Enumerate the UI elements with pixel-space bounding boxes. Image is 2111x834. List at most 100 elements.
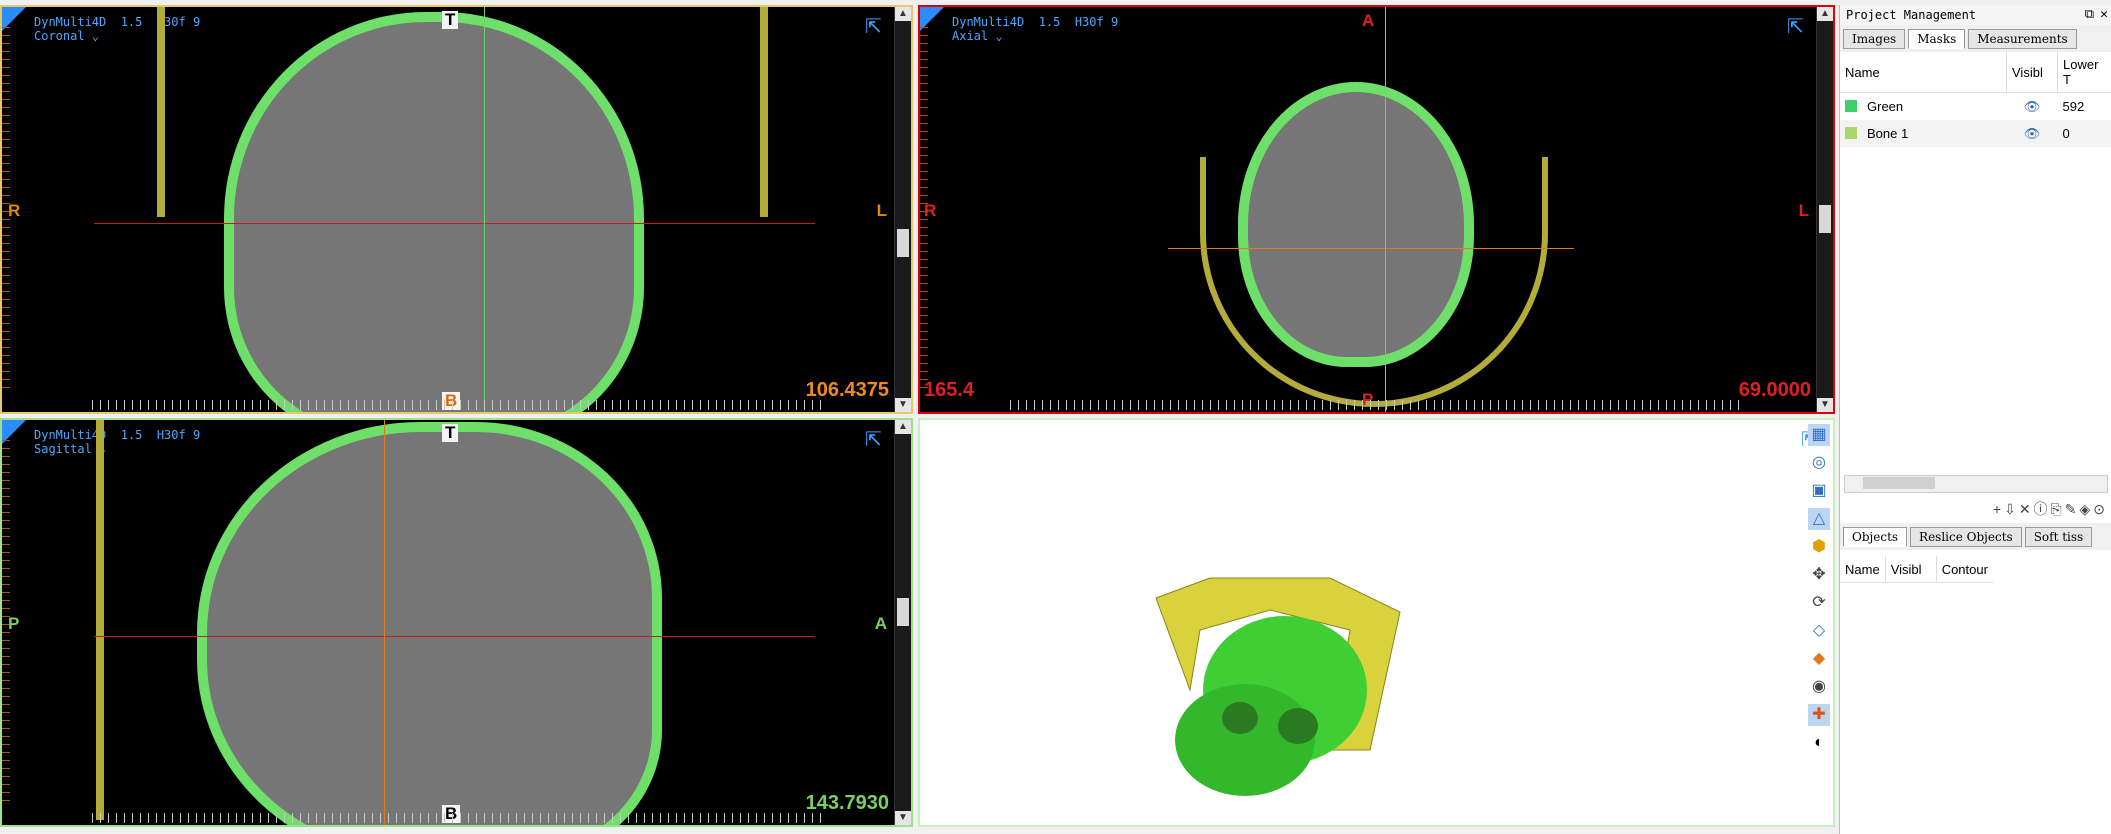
mask-color-swatch[interactable] xyxy=(1845,127,1857,139)
axial-viewport[interactable]: DynMulti4D 1.5 H30f 9 Axial ⌄ A P R L 16… xyxy=(918,5,1835,414)
tab-soft-tissue[interactable]: Soft tiss xyxy=(2024,527,2093,547)
scroll-thumb[interactable] xyxy=(897,229,909,257)
tab-reslice-objects[interactable]: Reslice Objects xyxy=(1910,527,2022,547)
crosshair-vertical[interactable] xyxy=(484,7,485,412)
scroll-thumb[interactable] xyxy=(1819,205,1831,233)
info-icon[interactable]: ⓘ xyxy=(2034,501,2051,517)
orientation-top: A xyxy=(1362,11,1375,30)
scroll-down-arrow[interactable]: ▼ xyxy=(1817,398,1833,412)
sagittal-viewport[interactable]: DynMulti4D 1.5 H30f 9 Sagittal ⌄ T B P A… xyxy=(0,418,913,827)
scroll-thumb[interactable] xyxy=(1863,477,1935,489)
3d-tool-column: ▦ ◎ ▣ △ ⬢ ✥ ⟳ ◇ ◆ ◉ ✚ ◐ xyxy=(1805,420,1833,825)
objects-table: Name Visibl Contour xyxy=(1840,556,1993,583)
crosshair-horizontal[interactable] xyxy=(94,636,815,637)
slice-position-value: 106.4375 xyxy=(805,379,889,401)
delete-icon[interactable]: ✕ xyxy=(2019,501,2034,517)
table-row[interactable]: Bone 1 👁 0 xyxy=(1840,120,2111,147)
orientation-right: A xyxy=(874,614,887,633)
column-header-visible[interactable]: Visibl xyxy=(2006,52,2058,93)
close-icon[interactable]: ✕ xyxy=(2100,5,2108,25)
positioning-strap xyxy=(96,420,104,820)
mask-tools: +⇩✕ⓘ⎘✎◈⊙ xyxy=(1993,499,2108,519)
orientation-right: L xyxy=(1798,201,1809,220)
scroll-up-arrow[interactable]: ▲ xyxy=(895,7,911,21)
crop-icon[interactable]: ▣ xyxy=(1808,480,1830,502)
maximize-icon[interactable]: ⇱ xyxy=(865,430,885,450)
table-row[interactable]: Green 👁 592 xyxy=(1840,93,2111,121)
panel-title-bar: Project Management ⧉ ✕ xyxy=(1840,5,2111,25)
column-header-name[interactable]: Name xyxy=(1840,556,1886,583)
column-header-lower-threshold[interactable]: Lower T xyxy=(2057,52,2111,93)
column-header-contour[interactable]: Contour xyxy=(1936,556,1993,583)
measure-icon[interactable]: △ xyxy=(1808,508,1830,530)
scroll-down-arrow[interactable]: ▼ xyxy=(895,811,911,825)
coronal-viewport[interactable]: DynMulti4D 1.5 H30f 9 Coronal ⌄ T B R L … xyxy=(0,5,913,414)
crosshair-vertical[interactable] xyxy=(1385,7,1386,412)
slice-scrollbar[interactable]: ▲ ▼ xyxy=(894,420,911,825)
coronal-skull-image xyxy=(224,12,644,412)
orientation-left: P xyxy=(8,614,20,633)
column-header-visible[interactable]: Visibl xyxy=(1885,556,1937,583)
viewport-header: DynMulti4D 1.5 H30f 9 Coronal ⌄ xyxy=(34,15,201,43)
crosshair-horizontal[interactable] xyxy=(1168,248,1574,249)
orientation-left: R xyxy=(8,201,21,220)
color-icon[interactable]: ◆ xyxy=(1808,648,1830,670)
slice-position-value: 69.0000 xyxy=(1738,379,1811,401)
sagittal-skull-image xyxy=(197,422,662,825)
slice-position-value: 143.7930 xyxy=(805,792,889,814)
3d-skull-render xyxy=(1155,577,1401,796)
masks-table: Name Visibl Lower T Green 👁 592 Bone 1 👁… xyxy=(1840,52,2111,147)
slice-scrollbar[interactable]: ▲ ▼ xyxy=(1816,7,1833,412)
eye-icon[interactable]: 👁 xyxy=(2024,99,2041,114)
ruler-bottom xyxy=(92,813,821,823)
axis-icon[interactable]: ✚ xyxy=(1808,704,1830,726)
maximize-icon[interactable]: ⇱ xyxy=(1787,17,1807,37)
tab-measurements[interactable]: Measurements xyxy=(1968,29,2077,49)
viewport-header: DynMulti4D 1.5 H30f 9 Sagittal ⌄ xyxy=(34,428,201,456)
rotate-icon[interactable]: ⟳ xyxy=(1808,592,1830,614)
orientation-right: L xyxy=(876,201,887,220)
plane-selector[interactable]: Axial ⌄ xyxy=(952,29,1003,43)
crosshair-horizontal[interactable] xyxy=(94,223,815,224)
3d-render-viewport[interactable]: ⇱ ▦ ◎ ▣ △ ⬢ ✥ ⟳ ◇ ◆ ◉ ✚ ◐ xyxy=(918,418,1835,827)
viewport-header: DynMulti4D 1.5 H30f 9 Axial ⌄ xyxy=(952,15,1119,43)
more-icon[interactable]: ⊙ xyxy=(2093,501,2108,517)
eye-icon[interactable]: 👁 xyxy=(2024,126,2041,141)
shapes-icon[interactable]: ◎ xyxy=(1808,452,1830,474)
scroll-thumb[interactable] xyxy=(897,598,909,626)
ruler-bottom xyxy=(1010,400,1743,410)
masks-horizontal-scrollbar[interactable] xyxy=(1844,475,2108,493)
project-management-panel: Project Management ⧉ ✕ Images Masks Meas… xyxy=(1839,5,2111,834)
undock-icon[interactable]: ⧉ xyxy=(2085,5,2094,25)
scroll-up-arrow[interactable]: ▲ xyxy=(1817,7,1833,21)
scroll-down-arrow[interactable]: ▼ xyxy=(895,398,911,412)
orientation-left: R xyxy=(924,201,937,220)
import-icon[interactable]: ⇩ xyxy=(2004,501,2019,517)
copy-icon[interactable]: ⎘ xyxy=(2051,501,2065,517)
column-header-name[interactable]: Name xyxy=(1840,52,2007,93)
orientation-top: T xyxy=(442,11,459,29)
maximize-icon[interactable]: ⇱ xyxy=(865,17,885,37)
contrast-icon[interactable]: ◐ xyxy=(1808,732,1830,754)
eye-icon[interactable]: ◉ xyxy=(1808,676,1830,698)
add-icon[interactable]: + xyxy=(1993,501,2004,517)
ruler-bottom xyxy=(92,400,821,410)
plane-selector[interactable]: Coronal ⌄ xyxy=(34,29,99,43)
slice-scrollbar[interactable]: ▲ ▼ xyxy=(894,7,911,412)
tab-images[interactable]: Images xyxy=(1843,29,1906,49)
cube-icon[interactable]: ◇ xyxy=(1808,620,1830,642)
mask-lower-threshold: 0 xyxy=(2062,126,2070,141)
cube-icon[interactable]: ◈ xyxy=(2079,501,2093,517)
mask-color-swatch[interactable] xyxy=(1845,100,1857,112)
tab-objects[interactable]: Objects xyxy=(1843,527,1908,547)
crosshair-vertical[interactable] xyxy=(384,420,385,825)
tab-masks[interactable]: Masks xyxy=(1908,29,1966,49)
mask-name: Bone 1 xyxy=(1867,126,1909,141)
scroll-up-arrow[interactable]: ▲ xyxy=(895,420,911,434)
mask-lower-threshold: 592 xyxy=(2062,99,2085,114)
panel-title: Project Management xyxy=(1846,8,1977,22)
grid-icon[interactable]: ▦ xyxy=(1808,424,1830,446)
pan-icon[interactable]: ✥ xyxy=(1808,564,1830,586)
paint-icon[interactable]: ✎ xyxy=(2065,501,2080,517)
mask-icon[interactable]: ⬢ xyxy=(1808,536,1830,558)
